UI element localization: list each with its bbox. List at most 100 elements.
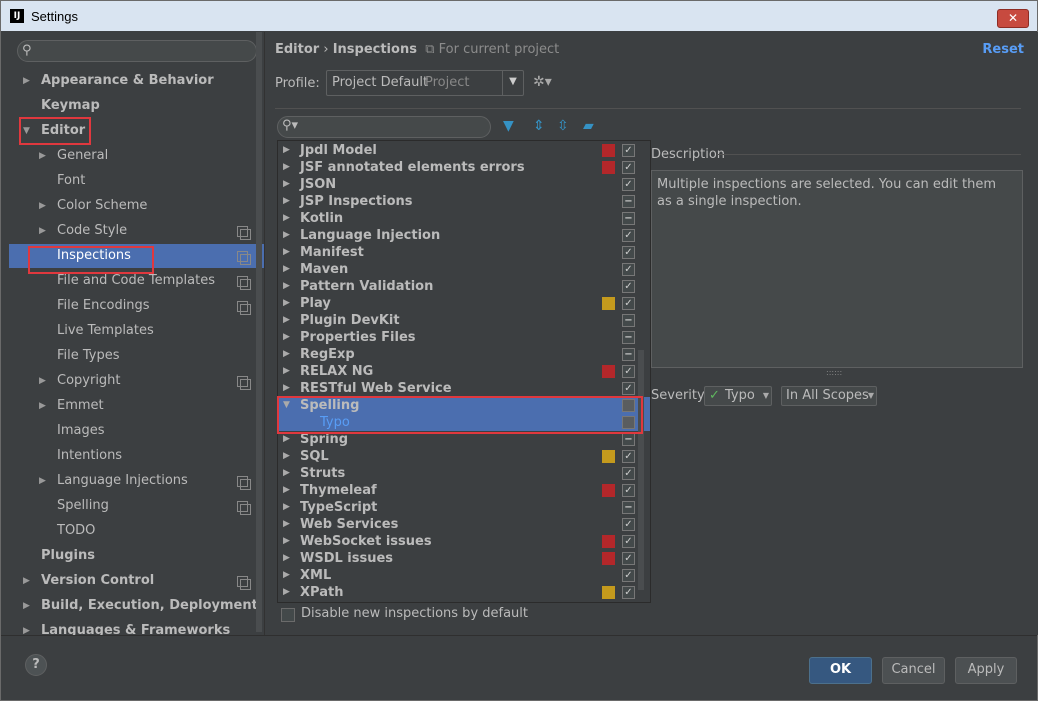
inspection-row[interactable]: ▶ Kotlin − bbox=[278, 210, 650, 227]
inspection-checkbox[interactable]: ✓ bbox=[622, 535, 635, 548]
inspection-checkbox[interactable]: − bbox=[622, 501, 635, 514]
collapsed-arrow-icon[interactable]: ▶ bbox=[283, 346, 290, 363]
inspection-checkbox[interactable]: ✓ bbox=[622, 144, 635, 157]
inspection-row[interactable]: ▶ Maven ✓ bbox=[278, 261, 650, 278]
collapsed-arrow-icon[interactable]: ▶ bbox=[283, 499, 290, 516]
collapsed-arrow-icon[interactable]: ▶ bbox=[283, 516, 290, 533]
filter-icon[interactable]: ▼ bbox=[503, 118, 514, 134]
inspection-checkbox[interactable]: ✓ bbox=[622, 586, 635, 599]
inspection-checkbox[interactable]: − bbox=[622, 314, 635, 327]
resize-handle[interactable]: :::::: bbox=[826, 368, 842, 377]
collapsed-arrow-icon[interactable]: ▶ bbox=[23, 595, 30, 617]
sidebar-item-color-scheme[interactable]: ▶ Color Scheme bbox=[39, 195, 249, 217]
sidebar-item-plugins[interactable]: Plugins bbox=[23, 545, 249, 567]
severity-dropdown[interactable]: ✓ Typo ▼ bbox=[704, 386, 772, 406]
help-button[interactable]: ? bbox=[25, 654, 47, 676]
inspection-row[interactable]: ▶ Pattern Validation ✓ bbox=[278, 278, 650, 295]
sidebar-item-copyright[interactable]: ▶ Copyright bbox=[39, 370, 251, 392]
inspection-row[interactable]: ▶ RELAX NG ✓ bbox=[278, 363, 650, 380]
sidebar-scroll-thumb[interactable] bbox=[256, 32, 262, 632]
inspection-row[interactable]: ▶ JSF annotated elements errors ✓ bbox=[278, 159, 650, 176]
gear-icon[interactable]: ✲▾ bbox=[533, 74, 552, 90]
inspection-row[interactable]: ▶ TypeScript − bbox=[278, 499, 650, 516]
sidebar-item-intentions[interactable]: Intentions bbox=[39, 445, 249, 467]
inspection-search-input[interactable]: ⚲▾ bbox=[277, 116, 491, 138]
inspection-row[interactable]: ▶ JSON ✓ bbox=[278, 176, 650, 193]
sidebar-item-file-encodings[interactable]: File Encodings bbox=[39, 295, 251, 317]
apply-button[interactable]: Apply bbox=[955, 657, 1017, 684]
sidebar-scrollbar[interactable] bbox=[256, 32, 262, 632]
inspection-checkbox[interactable]: ✓ bbox=[622, 484, 635, 497]
inspection-checkbox[interactable]: ✓ bbox=[622, 280, 635, 293]
inspection-checkbox[interactable]: − bbox=[622, 433, 635, 446]
collapsed-arrow-icon[interactable]: ▶ bbox=[39, 220, 46, 242]
cancel-button[interactable]: Cancel bbox=[882, 657, 945, 684]
inspection-row[interactable]: ▶ Thymeleaf ✓ bbox=[278, 482, 650, 499]
sidebar-item-todo[interactable]: TODO bbox=[39, 520, 249, 542]
inspection-row[interactable]: ▶ Struts ✓ bbox=[278, 465, 650, 482]
collapsed-arrow-icon[interactable]: ▶ bbox=[23, 570, 30, 592]
inspection-row[interactable]: ▶ Language Injection ✓ bbox=[278, 227, 650, 244]
collapsed-arrow-icon[interactable]: ▶ bbox=[283, 533, 290, 550]
inspection-checkbox[interactable]: ✓ bbox=[622, 518, 635, 531]
inspection-row[interactable]: ▶ Web Services ✓ bbox=[278, 516, 650, 533]
collapsed-arrow-icon[interactable]: ▶ bbox=[283, 278, 290, 295]
reset-link[interactable]: Reset bbox=[982, 42, 1024, 57]
inspection-row[interactable]: ▶ SQL ✓ bbox=[278, 448, 650, 465]
sidebar-item-font[interactable]: Font bbox=[39, 170, 249, 192]
sidebar-item-version-control[interactable]: ▶ Version Control bbox=[23, 570, 251, 592]
collapsed-arrow-icon[interactable]: ▶ bbox=[283, 261, 290, 278]
collapsed-arrow-icon[interactable]: ▶ bbox=[39, 470, 46, 492]
settings-search-input[interactable]: ⚲ bbox=[17, 40, 257, 62]
inspection-row[interactable]: ▶ XPath ✓ bbox=[278, 584, 650, 601]
reset-to-default-icon[interactable]: ▰ bbox=[583, 118, 594, 134]
expand-all-icon[interactable]: ⇕ bbox=[533, 118, 545, 134]
sidebar-item-code-style[interactable]: ▶ Code Style bbox=[39, 220, 251, 242]
sidebar-item-file-types[interactable]: File Types bbox=[39, 345, 249, 367]
inspection-checkbox[interactable]: ✓ bbox=[622, 467, 635, 480]
inspection-checkbox[interactable]: ✓ bbox=[622, 161, 635, 174]
inspection-checkbox[interactable]: ✓ bbox=[622, 246, 635, 259]
collapsed-arrow-icon[interactable]: ▶ bbox=[283, 482, 290, 499]
inspection-row[interactable]: ▶ RESTful Web Service ✓ bbox=[278, 380, 650, 397]
collapsed-arrow-icon[interactable]: ▶ bbox=[283, 329, 290, 346]
collapsed-arrow-icon[interactable]: ▶ bbox=[23, 620, 30, 635]
collapsed-arrow-icon[interactable]: ▶ bbox=[283, 567, 290, 584]
inspection-checkbox[interactable]: − bbox=[622, 212, 635, 225]
sidebar-item-appearance-behavior[interactable]: ▶ Appearance & Behavior bbox=[23, 70, 249, 92]
inspection-checkbox[interactable]: ✓ bbox=[622, 229, 635, 242]
inspection-checkbox[interactable]: − bbox=[622, 195, 635, 208]
inspection-row[interactable]: ▶ Play ✓ bbox=[278, 295, 650, 312]
collapsed-arrow-icon[interactable]: ▶ bbox=[283, 142, 290, 159]
inspection-checkbox[interactable]: ✓ bbox=[622, 297, 635, 310]
collapsed-arrow-icon[interactable]: ▶ bbox=[39, 195, 46, 217]
inspection-checkbox[interactable]: ✓ bbox=[622, 552, 635, 565]
inspection-checkbox[interactable]: − bbox=[622, 331, 635, 344]
collapsed-arrow-icon[interactable]: ▶ bbox=[39, 370, 46, 392]
inspection-checkbox[interactable]: ✓ bbox=[622, 450, 635, 463]
sidebar-item-language-injections[interactable]: ▶ Language Injections bbox=[39, 470, 251, 492]
inspection-row[interactable]: ▶ Manifest ✓ bbox=[278, 244, 650, 261]
inspection-checkbox[interactable]: ✓ bbox=[622, 365, 635, 378]
collapsed-arrow-icon[interactable]: ▶ bbox=[283, 448, 290, 465]
collapsed-arrow-icon[interactable]: ▶ bbox=[283, 193, 290, 210]
inspection-row[interactable]: ▶ WSDL issues ✓ bbox=[278, 550, 650, 567]
collapsed-arrow-icon[interactable]: ▶ bbox=[23, 70, 30, 92]
inspection-row[interactable]: ▶ Properties Files − bbox=[278, 329, 650, 346]
close-button[interactable]: ✕ bbox=[997, 9, 1029, 28]
inspection-row[interactable]: ▶ JSP Inspections − bbox=[278, 193, 650, 210]
disable-new-checkbox[interactable] bbox=[281, 608, 295, 622]
collapsed-arrow-icon[interactable]: ▶ bbox=[39, 145, 46, 167]
inspection-checkbox[interactable]: ✓ bbox=[622, 569, 635, 582]
sidebar-item-live-templates[interactable]: Live Templates bbox=[39, 320, 249, 342]
collapsed-arrow-icon[interactable]: ▶ bbox=[283, 176, 290, 193]
sidebar-item-general[interactable]: ▶ General bbox=[39, 145, 249, 167]
profile-dropdown[interactable]: Project Default Project ▼ bbox=[326, 70, 524, 96]
sidebar-item-images[interactable]: Images bbox=[39, 420, 249, 442]
collapsed-arrow-icon[interactable]: ▶ bbox=[283, 584, 290, 601]
inspection-checkbox[interactable]: ✓ bbox=[622, 382, 635, 395]
sidebar-item-spelling[interactable]: Spelling bbox=[39, 495, 251, 517]
inspection-checkbox[interactable]: ✓ bbox=[622, 178, 635, 191]
inspection-checkbox[interactable]: − bbox=[622, 348, 635, 361]
collapsed-arrow-icon[interactable]: ▶ bbox=[283, 550, 290, 567]
